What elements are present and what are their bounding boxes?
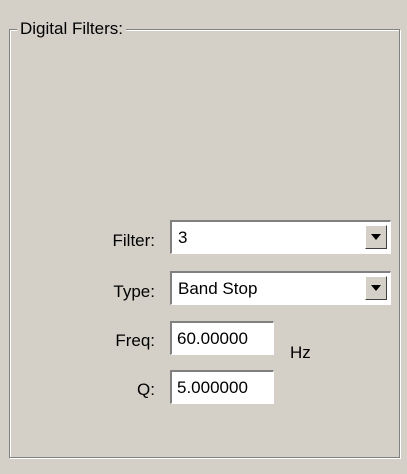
digital-filters-title: Digital Filters: [17,18,126,40]
freq-label: Freq: [115,331,155,350]
type-select-value: Band Stop [178,279,258,298]
q-input-value: 5.000000 [177,378,248,397]
filter-select[interactable]: 3 [170,220,391,254]
filter-label: Filter: [112,231,156,250]
q-label: Q: [137,380,155,399]
type-label: Type: [113,282,155,301]
type-dropdown-button[interactable] [365,276,387,300]
freq-input-value: 60.00000 [177,329,248,348]
filter-select-value: 3 [178,228,188,247]
freq-unit: Hz [290,343,311,362]
chevron-down-icon [371,285,381,291]
q-input[interactable]: 5.000000 [170,370,274,404]
chevron-down-icon [371,234,381,240]
filter-dropdown-button[interactable] [365,225,387,249]
freq-input[interactable]: 60.00000 [170,321,274,355]
type-select[interactable]: Band Stop [170,271,391,305]
